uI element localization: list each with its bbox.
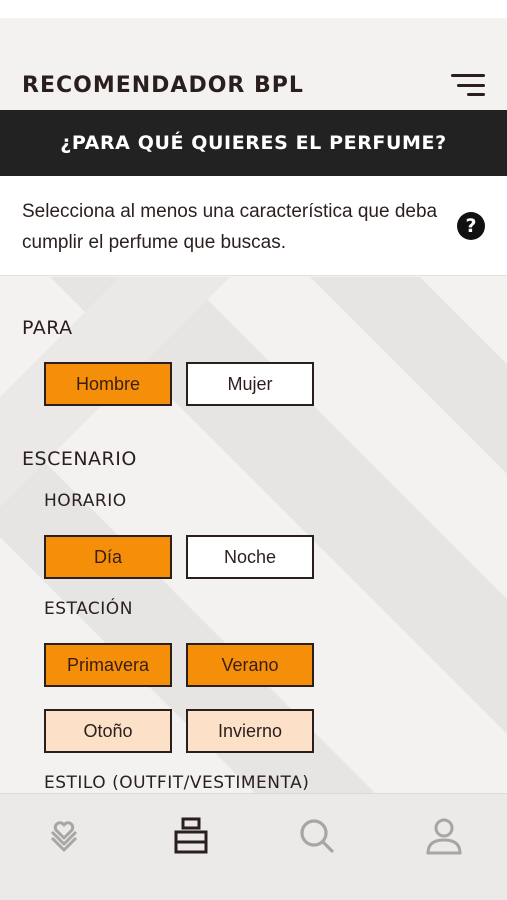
tab-favorites[interactable]: [42, 814, 86, 858]
option-label: Otoño: [83, 720, 133, 741]
search-icon: [300, 819, 334, 853]
layers-heart-icon: [50, 821, 78, 852]
intro-text: Selecciona al menos una característica q…: [22, 201, 438, 253]
hamburger-icon[interactable]: [449, 71, 485, 99]
option-label: Mujer: [227, 373, 273, 394]
user-icon: [426, 818, 462, 855]
app-title: RECOMENDADOR BPL: [22, 72, 304, 98]
tab-recommender[interactable]: [169, 814, 213, 858]
option-label: Hombre: [75, 373, 141, 394]
option-mujer[interactable]: Mujer: [186, 362, 314, 406]
tab-search[interactable]: [295, 814, 339, 858]
tab-profile[interactable]: [422, 814, 466, 858]
option-otono[interactable]: Otoño: [44, 709, 172, 753]
option-label: Día: [93, 546, 122, 567]
option-verano[interactable]: Verano: [186, 643, 314, 687]
status-area: [0, 0, 507, 18]
options-panel[interactable]: PARA Hombre Mujer ESCENARIO HORARIO Día …: [0, 277, 507, 793]
app-header: RECOMENDADOR BPL: [0, 60, 507, 110]
option-label: Primavera: [66, 654, 150, 675]
intro-panel: Selecciona al menos una característica q…: [0, 176, 507, 276]
question-banner: ¿PARA QUÉ QUIERES EL PERFUME?: [0, 110, 507, 176]
section-title-escenario: ESCENARIO: [22, 448, 137, 470]
app-screen: RECOMENDADOR BPL ¿PARA QUÉ QUIERES EL PE…: [0, 0, 507, 900]
subsection-title-estilo: ESTILO (OUTFIT/VESTIMENTA): [44, 773, 310, 793]
option-label: Noche: [223, 546, 277, 567]
question-icon[interactable]: ?: [457, 212, 485, 240]
option-invierno[interactable]: Invierno: [186, 709, 314, 753]
bottom-tab-bar: [0, 793, 507, 900]
option-label: Invierno: [217, 720, 283, 741]
banner-title: ¿PARA QUÉ QUIERES EL PERFUME?: [60, 132, 447, 154]
option-dia[interactable]: Día: [44, 535, 172, 579]
subsection-title-estacion: ESTACIÓN: [44, 599, 133, 619]
subsection-title-horario: HORARIO: [44, 491, 127, 511]
option-noche[interactable]: Noche: [186, 535, 314, 579]
option-label: Verano: [221, 654, 279, 675]
option-hombre[interactable]: Hombre: [44, 362, 172, 406]
option-primavera[interactable]: Primavera: [44, 643, 172, 687]
perfume-bottle-icon: [174, 817, 208, 854]
section-title-para: PARA: [22, 317, 73, 339]
